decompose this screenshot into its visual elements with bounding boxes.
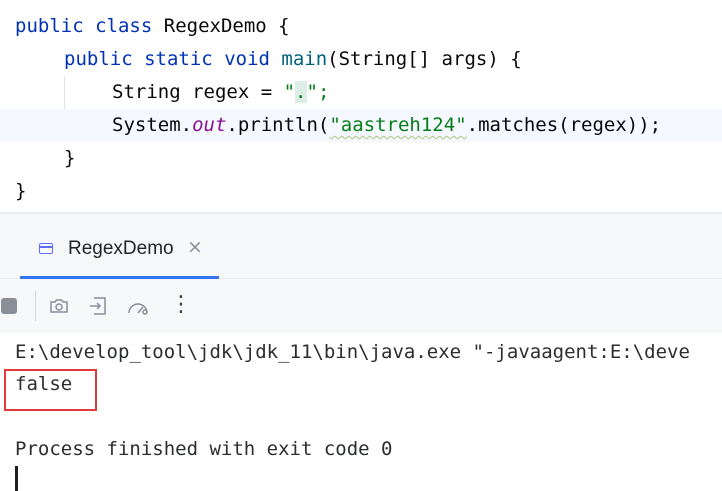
out-field: out bbox=[192, 114, 227, 136]
toolbar-separator bbox=[35, 291, 36, 321]
code-line-1[interactable]: public class RegexDemo { bbox=[0, 10, 722, 43]
more-vertical-icon[interactable]: ⋮ bbox=[170, 292, 192, 317]
regex-dot: . bbox=[295, 81, 307, 103]
text-cursor bbox=[15, 466, 18, 491]
class-name: RegexDemo bbox=[163, 15, 267, 37]
keyword-public: public bbox=[15, 15, 84, 37]
system-class: System. bbox=[112, 114, 193, 136]
gauge-icon[interactable] bbox=[126, 296, 150, 316]
method-params: (String[] args) { bbox=[327, 48, 522, 70]
string-literal: "aastreh124" bbox=[329, 114, 467, 136]
tab-regexdemo[interactable]: RegexDemo × bbox=[20, 214, 219, 279]
keyword-class: class bbox=[95, 15, 153, 37]
camera-icon[interactable] bbox=[49, 296, 69, 316]
run-toolbar: ⋮ bbox=[0, 279, 722, 333]
tab-label: RegexDemo bbox=[68, 238, 174, 259]
run-tab-bar: RegexDemo × bbox=[0, 214, 722, 279]
code-line-3[interactable]: String regex = "."; bbox=[0, 76, 722, 109]
close-icon[interactable]: × bbox=[187, 236, 203, 258]
println-call: .println( bbox=[226, 114, 330, 136]
keyword-void: void bbox=[224, 48, 270, 70]
console-exit-message: Process finished with exit code 0 bbox=[15, 438, 393, 460]
code-line-6[interactable]: } bbox=[0, 175, 722, 208]
matches-call: .matches(regex)); bbox=[466, 114, 662, 136]
string-quote-close: "; bbox=[306, 81, 330, 103]
method-name: main bbox=[281, 48, 328, 70]
open-brace: { bbox=[278, 15, 290, 37]
close-brace: } bbox=[64, 147, 76, 169]
code-line-4[interactable]: System.out.println("aastreh124".matches(… bbox=[0, 109, 722, 142]
code-line-5[interactable]: } bbox=[0, 142, 722, 175]
close-brace: } bbox=[15, 180, 27, 202]
string-quote-open: " bbox=[283, 81, 296, 103]
console-window-icon bbox=[39, 243, 53, 254]
highlight-box bbox=[4, 369, 97, 411]
keyword-public: public bbox=[64, 48, 133, 70]
code-editor[interactable]: public class RegexDemo { public static v… bbox=[0, 0, 722, 212]
code-line-2[interactable]: public static void main(String[] args) { bbox=[0, 43, 722, 76]
exit-icon[interactable] bbox=[88, 296, 108, 316]
stop-icon[interactable] bbox=[0, 296, 20, 316]
console-output[interactable]: E:\develop_tool\jdk\jdk_11\bin\java.exe … bbox=[0, 333, 722, 491]
console-command-line: E:\develop_tool\jdk\jdk_11\bin\java.exe … bbox=[15, 341, 690, 363]
variable-declaration: String regex = bbox=[112, 81, 284, 103]
keyword-static: static bbox=[144, 48, 213, 70]
